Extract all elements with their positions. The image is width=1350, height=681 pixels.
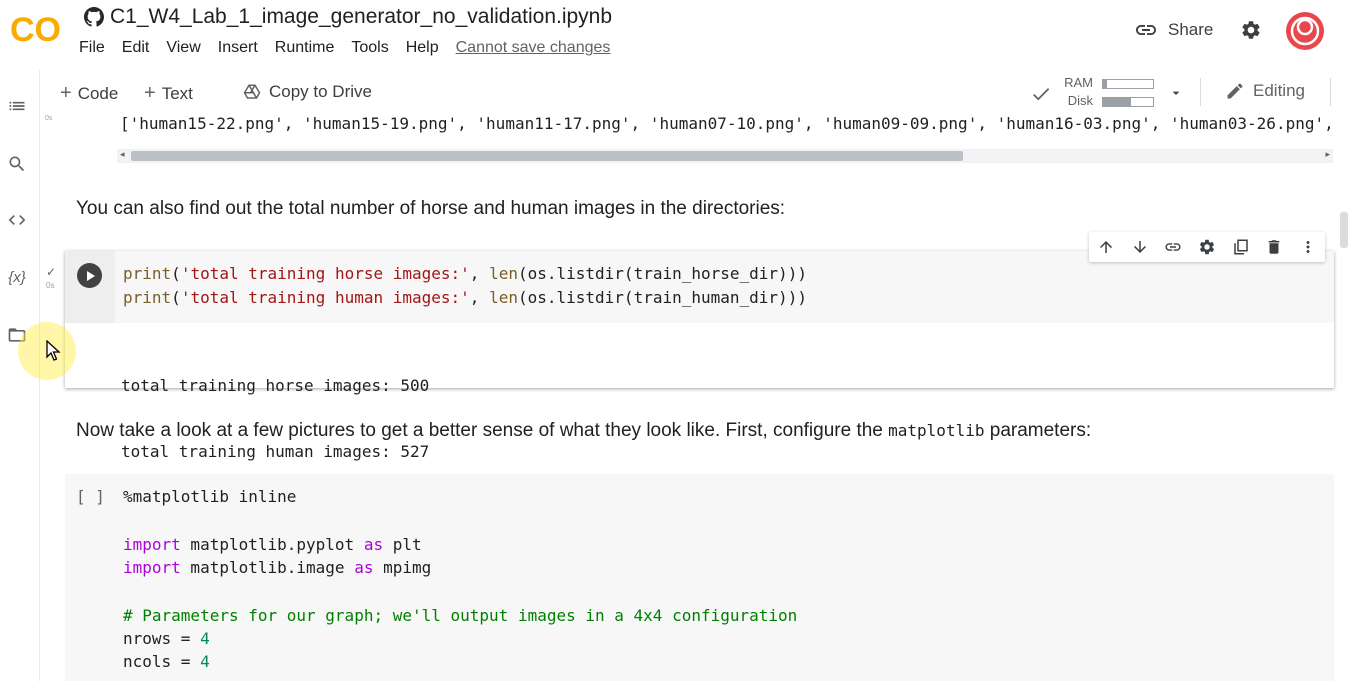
code-line-2: print('total training human images:', le… xyxy=(123,288,807,307)
table-of-contents-icon[interactable] xyxy=(6,95,28,117)
play-icon xyxy=(86,270,95,281)
connected-check-icon xyxy=(1033,88,1050,101)
add-text-label: Text xyxy=(161,83,193,103)
drive-icon xyxy=(243,84,261,99)
menu-help[interactable]: Help xyxy=(406,39,439,57)
delete-icon[interactable] xyxy=(1264,237,1284,257)
more-vert-icon[interactable] xyxy=(1298,237,1318,257)
save-status-link[interactable]: Cannot save changes xyxy=(456,39,611,57)
toolbar-divider xyxy=(1330,78,1331,106)
chevron-up-icon xyxy=(1345,82,1350,102)
code-snippets-icon[interactable] xyxy=(6,209,28,231)
plus-icon: + xyxy=(60,82,72,104)
title-row: C1_W4_Lab_1_image_generator_no_validatio… xyxy=(84,3,612,31)
notebook-title[interactable]: C1_W4_Lab_1_image_generator_no_validatio… xyxy=(110,5,612,29)
settings-button[interactable] xyxy=(1240,19,1262,46)
resource-monitor[interactable]: RAM Disk xyxy=(1030,75,1180,111)
colab-logo[interactable]: CO xyxy=(8,8,64,49)
menu-insert[interactable]: Insert xyxy=(218,39,258,57)
dropdown-arrow-icon[interactable] xyxy=(1168,85,1184,101)
menu-edit[interactable]: Edit xyxy=(122,39,150,57)
menu-bar: File Edit View Insert Runtime Tools Help… xyxy=(79,39,610,57)
run-cell-button[interactable] xyxy=(77,263,102,288)
copy-to-drive-button[interactable]: Copy to Drive xyxy=(243,82,372,102)
code-line-nrows: nrows = 4 xyxy=(123,629,210,648)
plus-icon: + xyxy=(144,82,156,104)
code-line-import-image: import matplotlib.image as mpimg xyxy=(123,558,432,577)
menu-view[interactable]: View xyxy=(166,39,200,57)
avatar[interactable] xyxy=(1285,11,1325,51)
mirror-cell-icon[interactable] xyxy=(1231,237,1251,257)
menu-file[interactable]: File xyxy=(79,39,105,57)
output-line: total training horse images: 500 xyxy=(121,376,430,395)
cell-gutter xyxy=(65,251,115,323)
add-text-button[interactable]: + Text xyxy=(144,82,193,105)
gear-icon xyxy=(1242,21,1260,39)
disk-label: Disk xyxy=(1067,93,1093,108)
code-line-1: print('total training horse images:', le… xyxy=(123,264,807,283)
output-line: total training human images: 527 xyxy=(121,442,430,461)
mouse-cursor-icon xyxy=(46,340,61,361)
move-up-icon[interactable] xyxy=(1096,237,1116,257)
pencil-icon xyxy=(1227,83,1243,99)
menu-runtime[interactable]: Runtime xyxy=(275,39,335,57)
share-button[interactable]: Share xyxy=(1134,18,1213,42)
github-icon xyxy=(84,7,104,27)
collapse-header-button[interactable] xyxy=(1345,82,1350,107)
copy-to-drive-label: Copy to Drive xyxy=(269,82,372,101)
ram-label: RAM xyxy=(1064,75,1093,90)
ram-usage-bar xyxy=(1102,79,1154,89)
previous-exec-indicator: 0s xyxy=(45,115,53,122)
code-comment: # Parameters for our graph; we'll output… xyxy=(123,606,798,625)
notebook-toolbar: + Code + Text Copy to Drive RAM Disk Edi… xyxy=(40,70,1350,114)
move-down-icon[interactable] xyxy=(1130,237,1150,257)
disk-usage-bar xyxy=(1102,97,1154,107)
header: CO C1_W4_Lab_1_image_generator_no_valida… xyxy=(0,0,1350,71)
link-icon xyxy=(1136,25,1156,35)
variables-icon[interactable]: {x} xyxy=(6,266,28,288)
run-cell-button[interactable]: [ ] xyxy=(76,487,105,506)
menu-tools[interactable]: Tools xyxy=(351,39,388,57)
toolbar-divider xyxy=(1200,78,1201,106)
code-line-1: %matplotlib inline xyxy=(123,487,297,506)
scrollbar-thumb[interactable] xyxy=(131,151,963,161)
editing-mode-button[interactable]: Editing xyxy=(1225,81,1305,101)
add-code-label: Code xyxy=(77,83,119,103)
cell-toolbar xyxy=(1089,232,1325,262)
editing-label: Editing xyxy=(1253,81,1305,100)
add-code-button[interactable]: + Code xyxy=(60,82,118,105)
search-icon[interactable] xyxy=(6,153,28,175)
page-scrollbar[interactable] xyxy=(1340,212,1348,248)
share-label: Share xyxy=(1168,20,1214,39)
code-cell-counts[interactable]: print('total training horse images:', le… xyxy=(65,251,1334,461)
code-cell-matplotlib[interactable]: [ ] %matplotlib inline import matplotlib… xyxy=(65,474,1334,681)
code-line-import-pyplot: import matplotlib.pyplot as plt xyxy=(123,535,422,554)
executed-check-icon: ✓ xyxy=(46,265,57,279)
scroll-left-icon[interactable]: ◂ xyxy=(120,149,125,160)
logo-text: CO xyxy=(10,11,61,48)
previous-cell-output: ['human15-22.png', 'human15-19.png', 'hu… xyxy=(120,114,1334,133)
cell-exec-time: 0s xyxy=(46,281,55,290)
scroll-right-icon[interactable]: ▸ xyxy=(1325,149,1330,160)
text-cell-directories[interactable]: You can also find out the total number o… xyxy=(76,198,785,220)
output-horizontal-scrollbar[interactable]: ◂ ▸ xyxy=(117,149,1333,163)
gear-icon[interactable] xyxy=(1197,237,1217,257)
link-icon[interactable] xyxy=(1163,237,1183,257)
code-line-ncols: ncols = 4 xyxy=(123,652,210,671)
text-cell-matplotlib[interactable]: Now take a look at a few pictures to get… xyxy=(76,420,1091,442)
